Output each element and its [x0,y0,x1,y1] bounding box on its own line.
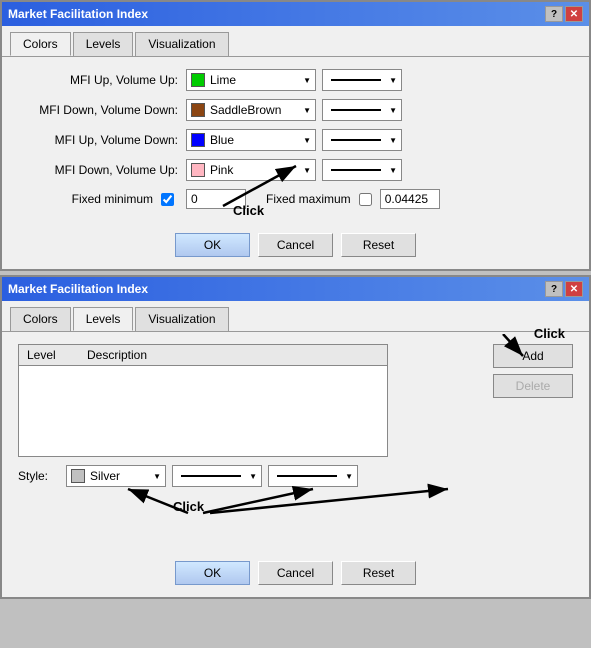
line-preview-silver-1 [181,475,241,477]
line-preview-silver-2 [277,475,337,477]
tab-bar-2: Colors Levels Visualization [2,301,589,332]
swatch-pink [191,163,205,177]
dropdown-blue[interactable]: Blue ▼ [186,129,316,151]
cancel-button-1[interactable]: Cancel [258,233,333,257]
fixed-min-label: Fixed minimum [72,192,153,206]
line-preview-lime [331,79,381,81]
label-mfi-up-vol-down: MFI Up, Volume Down: [18,133,178,147]
title-bar-1: Market Facilitation Index ? ✕ [2,2,589,26]
dropdown-saddlebrown[interactable]: SaddleBrown ▼ [186,99,316,121]
svg-text:Click: Click [173,499,205,514]
reset-button-2[interactable]: Reset [341,561,416,585]
dialog-1: Market Facilitation Index ? ✕ Colors Lev… [0,0,591,271]
levels-table: Level Description [18,344,388,457]
dialog-title-1: Market Facilitation Index [8,7,148,21]
close-button-1[interactable]: ✕ [565,6,583,22]
arrow-linestyle-pink: ▼ [389,166,397,175]
arrow-blue: ▼ [303,136,311,145]
arrow-svg-style: Click [18,481,591,551]
row-mfi-up-vol-down: MFI Up, Volume Down: Blue ▼ ▼ [18,129,573,151]
delete-button[interactable]: Delete [493,374,573,398]
click-annotation-1: Click [233,203,264,218]
dialog-content-2: Level Description Click [2,332,589,553]
row-mfi-up-vol-up: MFI Up, Volume Up: Lime ▼ ▼ [18,69,573,91]
tab-visualization-1[interactable]: Visualization [135,32,228,56]
cancel-button-2[interactable]: Cancel [258,561,333,585]
color-name-lime: Lime [210,73,299,87]
button-row-1: OK Cancel Reset [2,225,589,269]
click-annotation-add: Click [534,326,565,341]
fixed-max-label: Fixed maximum [266,192,351,206]
help-button-1[interactable]: ? [545,6,563,22]
swatch-blue [191,133,205,147]
color-name-saddlebrown: SaddleBrown [210,103,299,117]
arrow-linestyle-blue: ▼ [389,136,397,145]
levels-header: Level Description [19,345,387,366]
help-button-2[interactable]: ? [545,281,563,297]
swatch-saddlebrown [191,103,205,117]
button-row-2: OK Cancel Reset [2,553,589,597]
fixed-max-input[interactable] [380,189,440,209]
levels-buttons: Click Add Delete [493,344,573,398]
ok-button-2[interactable]: OK [175,561,250,585]
label-mfi-up-vol-up: MFI Up, Volume Up: [18,73,178,87]
tab-colors-2[interactable]: Colors [10,307,71,331]
col-level: Level [19,348,79,362]
color-name-blue: Blue [210,133,299,147]
title-bar-buttons-1: ? ✕ [545,6,583,22]
dialog-2: Market Facilitation Index ? ✕ Colors Lev… [0,275,591,599]
title-bar-2: Market Facilitation Index ? ✕ [2,277,589,301]
ok-button-1[interactable]: OK [175,233,250,257]
line-preview-blue [331,139,381,141]
row-mfi-down-vol-down: MFI Down, Volume Down: SaddleBrown ▼ ▼ [18,99,573,121]
linestyle-blue[interactable]: ▼ [322,129,402,151]
arrow-saddlebrown: ▼ [303,106,311,115]
arrow-linestyle-silver-1: ▼ [249,472,257,481]
swatch-lime [191,73,205,87]
add-button[interactable]: Add [493,344,573,368]
arrow-pink: ▼ [303,166,311,175]
arrow-silver: ▼ [153,472,161,481]
dialog-content-1: MFI Up, Volume Up: Lime ▼ ▼ MFI Down, Vo… [2,57,589,225]
linestyle-lime[interactable]: ▼ [322,69,402,91]
linestyle-pink[interactable]: ▼ [322,159,402,181]
tab-colors-1[interactable]: Colors [10,32,71,56]
tab-levels-2[interactable]: Levels [73,307,134,331]
arrow-linestyle-saddlebrown: ▼ [389,106,397,115]
arrow-linestyle-silver-2: ▼ [345,472,353,481]
row-mfi-down-vol-up: MFI Down, Volume Up: Pink ▼ ▼ [18,159,573,181]
title-bar-buttons-2: ? ✕ [545,281,583,297]
label-mfi-down-vol-up: MFI Down, Volume Up: [18,163,178,177]
fixed-max-checkbox[interactable] [359,193,372,206]
dropdown-pink[interactable]: Pink ▼ [186,159,316,181]
arrow-linestyle-lime: ▼ [389,76,397,85]
reset-button-1[interactable]: Reset [341,233,416,257]
linestyle-saddlebrown[interactable]: ▼ [322,99,402,121]
color-name-pink: Pink [210,163,299,177]
levels-body [19,366,387,456]
close-button-2[interactable]: ✕ [565,281,583,297]
dialog-title-2: Market Facilitation Index [8,282,148,296]
label-mfi-down-vol-down: MFI Down, Volume Down: [18,103,178,117]
tab-levels-1[interactable]: Levels [73,32,134,56]
dropdown-lime[interactable]: Lime ▼ [186,69,316,91]
col-description: Description [79,348,387,362]
tab-bar-1: Colors Levels Visualization [2,26,589,57]
arrow-lime: ▼ [303,76,311,85]
line-preview-saddlebrown [331,109,381,111]
tab-visualization-2[interactable]: Visualization [135,307,228,331]
fixed-min-checkbox[interactable] [161,193,174,206]
line-preview-pink [331,169,381,171]
